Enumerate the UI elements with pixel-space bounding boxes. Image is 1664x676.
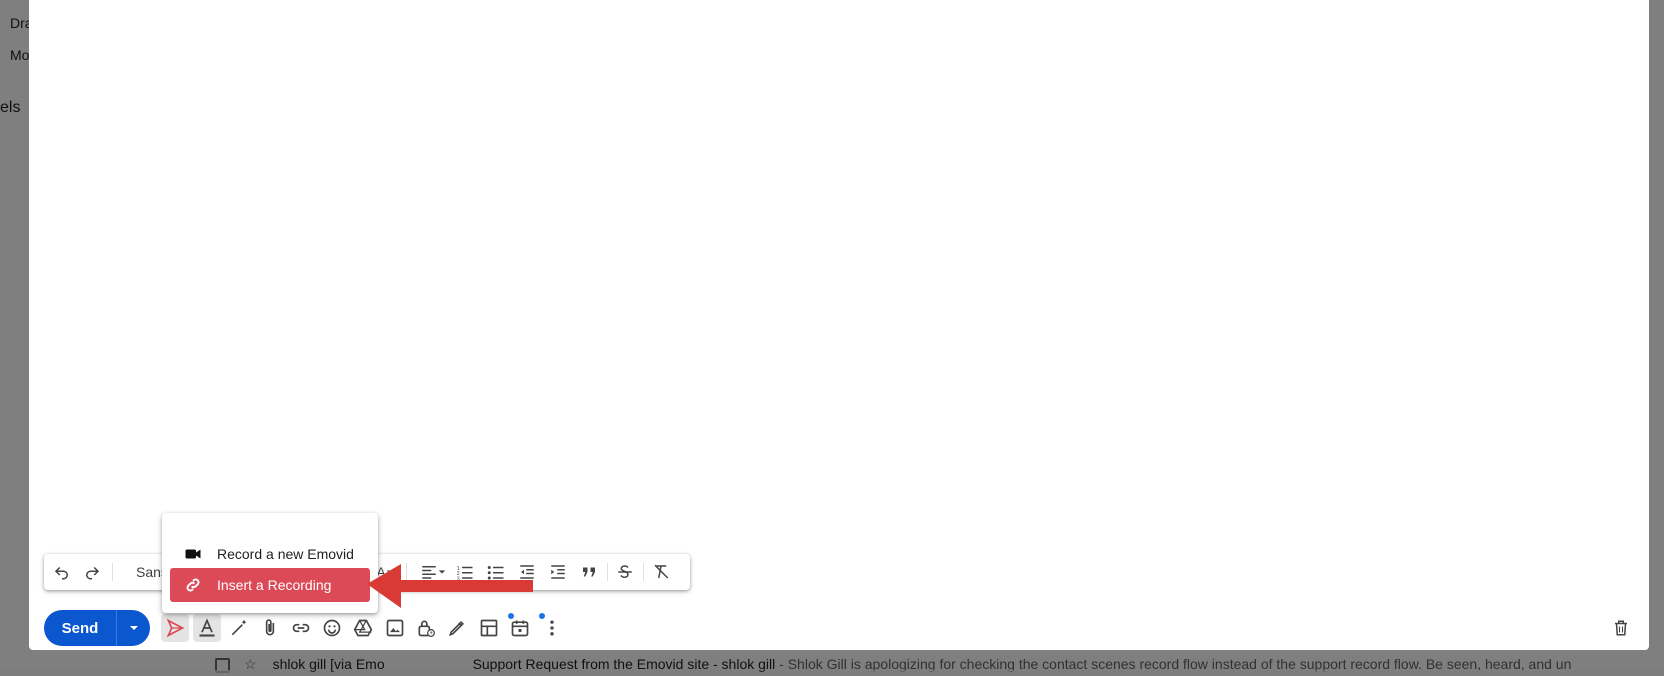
ai-write-icon[interactable] [225, 614, 253, 642]
send-options-button[interactable] [117, 610, 150, 646]
video-camera-icon [183, 544, 203, 564]
indent-more-icon[interactable] [548, 562, 568, 582]
formatting-options-icon[interactable] [193, 614, 221, 642]
record-new-emovid-label: Record a new Emovid [217, 546, 354, 562]
send-button[interactable]: Send [44, 610, 116, 646]
remove-formatting-icon[interactable] [651, 562, 671, 582]
toolbar-divider [643, 563, 644, 581]
redo-icon[interactable] [82, 562, 102, 582]
drive-icon[interactable] [349, 614, 377, 642]
quote-icon[interactable] [579, 562, 599, 582]
photo-icon[interactable] [381, 614, 409, 642]
more-options-icon[interactable] [538, 614, 566, 642]
toolbar-divider [112, 563, 113, 581]
send-button-group: Send [44, 610, 150, 646]
emoji-icon[interactable] [318, 614, 346, 642]
insert-recording-item[interactable]: Insert a Recording [170, 568, 370, 602]
link-icon [183, 575, 203, 595]
insert-recording-label: Insert a Recording [217, 577, 332, 593]
attach-icon[interactable] [256, 614, 284, 642]
record-new-emovid-item[interactable]: Record a new Emovid [170, 537, 370, 571]
emovid-icon[interactable] [161, 614, 189, 642]
toolbar-divider [607, 563, 608, 581]
message-body[interactable] [29, 0, 1649, 540]
undo-icon[interactable] [52, 562, 72, 582]
link-icon[interactable] [287, 614, 315, 642]
emovid-menu: Record a new Emovid Insert a Recording [162, 513, 378, 613]
signature-icon[interactable] [443, 614, 471, 642]
discard-draft-icon[interactable] [1607, 614, 1635, 642]
strikethrough-icon[interactable] [615, 562, 635, 582]
confidential-icon[interactable] [412, 614, 440, 642]
chevron-down-icon [129, 626, 138, 630]
layouts-icon[interactable] [475, 614, 503, 642]
schedule-icon[interactable] [506, 614, 534, 642]
arrow-annotation-icon [367, 564, 533, 608]
